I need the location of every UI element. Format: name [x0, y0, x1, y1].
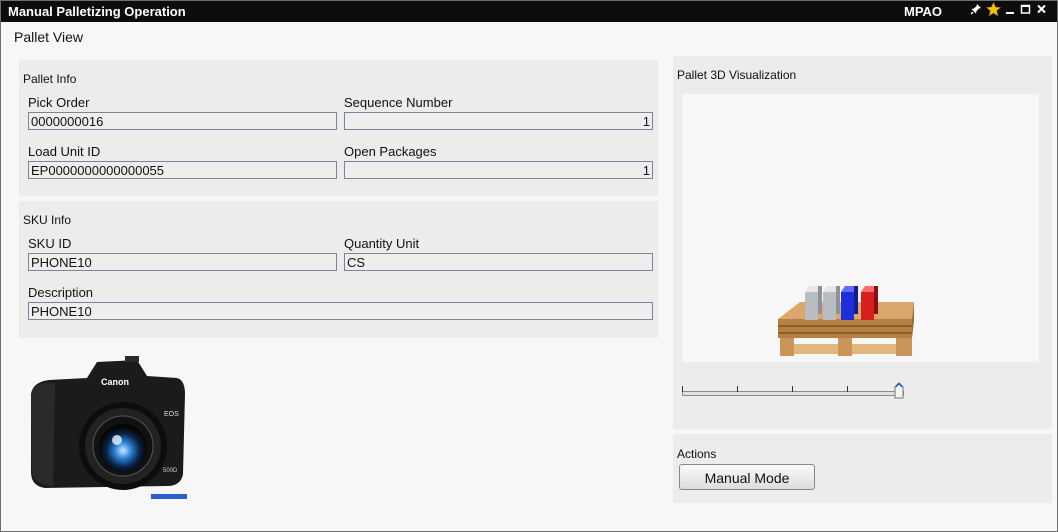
app-window: Manual Palletizing Operation MPAO Pallet…: [0, 0, 1058, 532]
pick-order-field[interactable]: 0000000016: [28, 112, 337, 130]
camera-brand: Canon: [101, 377, 129, 387]
pallet-info-label: Pallet Info: [23, 72, 77, 86]
minimize-icon[interactable]: [1004, 2, 1016, 20]
sku-id-field[interactable]: PHONE10: [28, 253, 337, 271]
sku-info-label: SKU Info: [23, 213, 72, 227]
load-unit-id-field[interactable]: EP0000000000000055: [28, 161, 337, 179]
pin-icon[interactable]: [969, 2, 983, 20]
maximize-icon[interactable]: [1019, 2, 1031, 20]
app-code: MPAO: [904, 4, 943, 19]
camera-model: EOS: [164, 411, 179, 418]
sequence-number-label: Sequence Number: [344, 95, 453, 110]
open-packages-field[interactable]: 1: [344, 161, 653, 179]
pick-order-label: Pick Order: [28, 95, 90, 110]
description-label: Description: [28, 285, 94, 300]
sku-id-label: SKU ID: [28, 236, 72, 251]
slider-tick: [847, 386, 848, 392]
open-packages-label: Open Packages: [344, 144, 437, 159]
pallet-3d-icon: [778, 286, 914, 356]
pallet-3d-view[interactable]: [682, 94, 1039, 362]
layer-slider[interactable]: [682, 391, 904, 396]
close-icon[interactable]: [1035, 2, 1047, 20]
page-title: Pallet View: [14, 29, 84, 45]
slider-thumb[interactable]: [894, 382, 904, 399]
slider-tick: [682, 386, 683, 392]
title-bar: Manual Palletizing Operation MPAO: [1, 1, 1057, 22]
sku-info-panel: SKU Info SKU ID PHONE10 Quantity Unit CS…: [19, 201, 658, 338]
visualization-label: Pallet 3D Visualization: [677, 68, 797, 82]
product-image: Canon EOS 500D: [27, 354, 192, 504]
sequence-number-field[interactable]: 1: [344, 112, 653, 130]
quantity-unit-label: Quantity Unit: [344, 236, 420, 251]
description-field[interactable]: PHONE10: [28, 302, 653, 320]
camera-image: Canon EOS 500D: [31, 356, 187, 499]
quantity-unit-field[interactable]: CS: [344, 253, 653, 271]
window-title: Manual Palletizing Operation: [8, 4, 186, 19]
slider-tick: [737, 386, 738, 392]
star-icon[interactable]: [985, 2, 1001, 20]
slider-tick: [792, 386, 793, 392]
manual-mode-button[interactable]: Manual Mode: [679, 464, 815, 490]
load-unit-id-label: Load Unit ID: [28, 144, 101, 159]
actions-label: Actions: [677, 447, 717, 461]
camera-model-number: 500D: [163, 468, 178, 474]
pallet-info-panel: Pallet Info Pick Order 0000000016 Sequen…: [19, 60, 658, 196]
